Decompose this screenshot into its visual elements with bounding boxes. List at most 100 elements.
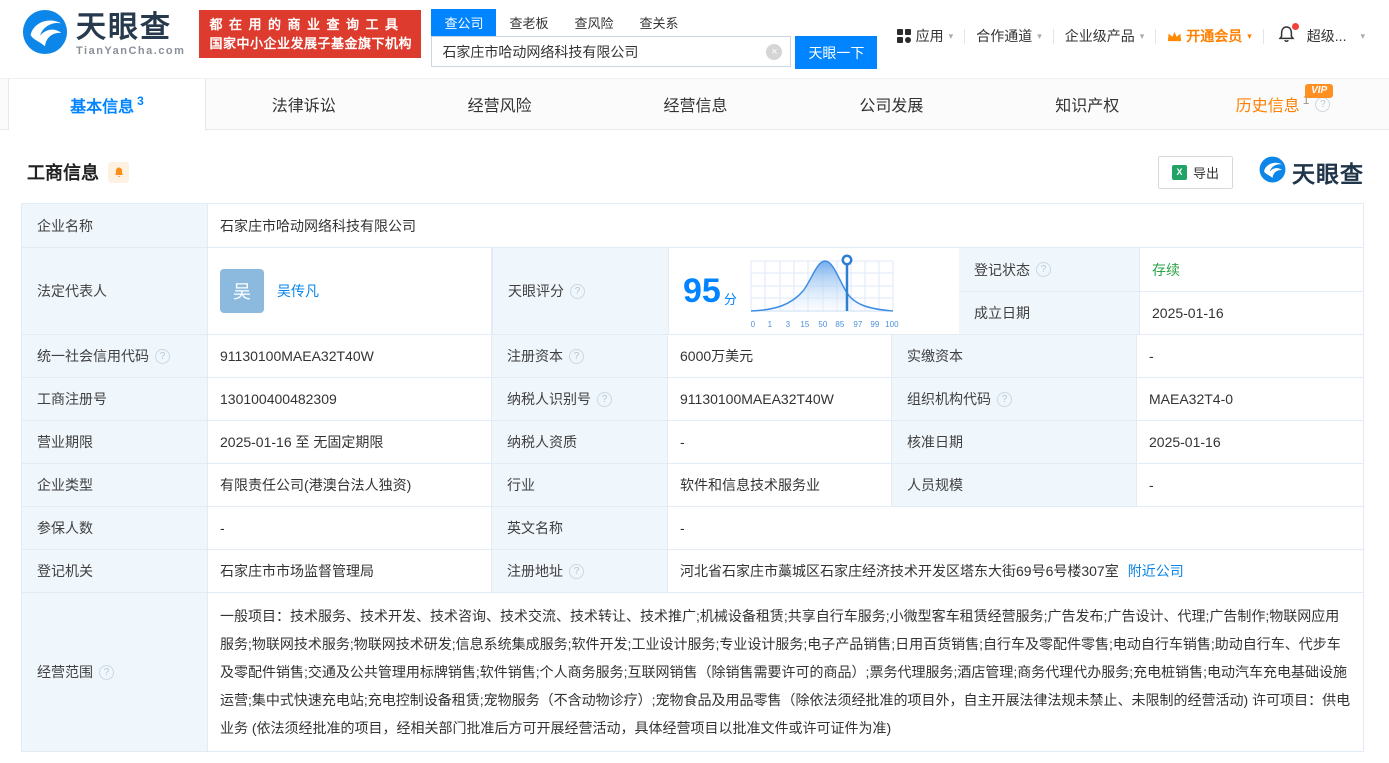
credit-code-label-text: 统一社会信用代码 (37, 348, 149, 364)
authority-label: 登记机关 (22, 550, 207, 592)
tab-operating-info[interactable]: 经营信息 (598, 79, 794, 129)
approval-date-label: 核准日期 (891, 421, 1136, 463)
tianyancha-swirl-icon (22, 9, 68, 60)
tab-history-info-label: 历史信息 (1235, 98, 1300, 115)
tab-intellectual-property[interactable]: 知识产权 (989, 79, 1185, 129)
paid-capital-value: - (1136, 335, 1363, 377)
tab-operating-risk[interactable]: 经营风险 (402, 79, 598, 129)
company-type-label: 企业类型 (22, 464, 207, 506)
help-icon[interactable]: ? (1036, 262, 1051, 277)
slogan-banner: 都在用的商业查询工具 国家中小企业发展子基金旗下机构 (199, 10, 422, 58)
help-icon[interactable]: ? (570, 283, 585, 299)
tab-count-badge: 3 (137, 93, 144, 108)
nav-enterprise[interactable]: 企业级产品 ▾ (1065, 26, 1145, 46)
legal-rep-label: 法定代表人 (22, 248, 207, 334)
staff-size-label: 人员规模 (891, 464, 1136, 506)
nav-divider (1155, 28, 1157, 44)
nested-status-table: 登记状态 ? 存续 天眼评分 ? 95 分 0 1 3 15 50 85 97 … (491, 248, 1363, 334)
legal-rep-link[interactable]: 吴传凡 (277, 281, 319, 301)
tab-legal-suits[interactable]: 法律诉讼 (206, 79, 402, 129)
english-name-value: - (667, 507, 1363, 549)
tab-operating-info-label: 经营信息 (663, 98, 728, 115)
help-icon[interactable]: ? (997, 391, 1012, 407)
tab-basic-info[interactable]: 基本信息 3 (8, 79, 206, 130)
search-tab-company[interactable]: 查公司 (431, 9, 497, 36)
notification-bell-icon[interactable] (1277, 23, 1299, 47)
nav-divider (964, 28, 966, 44)
search-tab-relation[interactable]: 查关系 (626, 9, 691, 36)
logo-domain-text: TianYanCha.com (76, 44, 186, 57)
chart-tick: 3 (785, 320, 791, 329)
search-tab-boss[interactable]: 查老板 (496, 9, 561, 36)
english-name-label: 英文名称 (491, 507, 667, 549)
chart-tick: 1 (767, 320, 773, 329)
company-name-value: 石家庄市哈动网络科技有限公司 (207, 204, 1363, 247)
industry-value: 软件和信息技术服务业 (667, 464, 891, 506)
table-row: 登记机关 石家庄市市场监督管理局 注册地址 ? 河北省石家庄市藁城区石家庄经济技… (22, 549, 1363, 592)
term-value: 2025-01-16 至 无固定期限 (207, 421, 491, 463)
help-icon[interactable]: ? (1315, 96, 1331, 112)
crown-icon (1167, 30, 1182, 43)
org-code-value: MAEA32T4-0 (1136, 378, 1363, 420)
staff-size-value: - (1136, 464, 1363, 506)
top-header: 天眼查 TianYanCha.com 都在用的商业查询工具 国家中小企业发展子基… (0, 0, 1389, 78)
nav-account-label: 超级... (1306, 28, 1347, 44)
section-title: 工商信息 (27, 163, 99, 183)
paid-capital-label: 实缴资本 (891, 335, 1136, 377)
industry-label: 行业 (491, 464, 667, 506)
top-nav: 应用 ▾ 合作通道 ▾ 企业级产品 ▾ 开通会员 ▾ 超级... ▾ (896, 23, 1365, 47)
legal-rep-cell: 吴 吴传凡 (207, 248, 491, 334)
nearby-companies-link[interactable]: 附近公司 (1128, 561, 1184, 581)
vip-badge: VIP (1305, 84, 1334, 98)
tab-history-info[interactable]: VIP 历史信息 1 ? (1185, 79, 1381, 129)
scope-value: 一般项目：技术服务、技术开发、技术咨询、技术交流、技术转让、技术推广;机械设备租… (207, 593, 1363, 751)
chevron-down-icon: ▾ (1037, 30, 1042, 41)
score-cell: 95 分 0 1 3 15 50 85 97 99 100 (668, 248, 959, 334)
nav-enterprise-label: 企业级产品 (1064, 28, 1135, 44)
section-header: 工商信息 X 导出 天眼查 (27, 155, 1364, 189)
tab-legal-suits-label: 法律诉讼 (271, 98, 336, 115)
score-unit: 分 (723, 291, 737, 307)
taxpayer-no-value: 91130100MAEA32T40W (667, 378, 891, 420)
avatar[interactable]: 吴 (220, 269, 264, 313)
chart-tick: 0 (750, 320, 756, 329)
reg-no-value: 130100400482309 (207, 378, 491, 420)
nav-partner[interactable]: 合作通道 ▾ (976, 26, 1042, 46)
help-icon[interactable]: ? (99, 664, 114, 680)
chart-tick: 50 (818, 320, 828, 329)
export-button-label: 导出 (1192, 165, 1219, 181)
authority-value: 石家庄市市场监督管理局 (207, 550, 491, 592)
table-row: 参保人数 - 英文名称 - (22, 506, 1363, 549)
reg-capital-label: 注册资本 ? (491, 335, 667, 377)
taxpayer-quality-label: 纳税人资质 (491, 421, 667, 463)
subscribe-bell-icon[interactable] (108, 161, 129, 183)
nav-divider (1052, 28, 1054, 44)
insured-value: - (207, 507, 491, 549)
search-input[interactable] (431, 36, 792, 67)
table-row: 法定代表人 吴 吴传凡 登记状态 ? 存续 天眼评分 ? 95 分 0 1 3 … (22, 247, 1363, 334)
nav-apps[interactable]: 应用 ▾ (896, 26, 953, 46)
taxpayer-no-label-text: 纳税人识别号 (507, 391, 591, 407)
search-tab-risk[interactable]: 查风险 (561, 9, 626, 36)
table-row: 企业名称 石家庄市哈动网络科技有限公司 (22, 204, 1363, 247)
table-row: 统一社会信用代码 ? 91130100MAEA32T40W 注册资本 ? 600… (22, 334, 1363, 377)
help-icon[interactable]: ? (597, 391, 612, 407)
help-icon[interactable]: ? (155, 348, 170, 364)
taxpayer-no-label: 纳税人识别号 ? (491, 378, 667, 420)
est-date-label: 成立日期 (959, 291, 1139, 334)
tab-intellectual-property-label: 知识产权 (1055, 98, 1120, 115)
nav-open-vip[interactable]: 开通会员 ▾ (1167, 26, 1252, 46)
tianyancha-logo[interactable]: 天眼查 TianYanCha.com (22, 9, 185, 60)
excel-icon: X (1171, 164, 1187, 180)
tab-company-development[interactable]: 公司发展 (793, 79, 989, 129)
notification-dot (1291, 23, 1299, 30)
nav-account[interactable]: 超级... ▾ (1307, 26, 1365, 46)
help-icon[interactable]: ? (569, 563, 584, 579)
tianyancha-swirl-icon (1259, 156, 1286, 188)
search-button[interactable]: 天眼一下 (795, 36, 878, 69)
help-icon[interactable]: ? (569, 348, 584, 364)
business-info-table: 企业名称 石家庄市哈动网络科技有限公司 法定代表人 吴 吴传凡 登记状态 ? 存… (21, 203, 1364, 752)
table-row: 工商注册号 130100400482309 纳税人识别号 ? 91130100M… (22, 377, 1363, 420)
company-type-value: 有限责任公司(港澳台法人独资) (207, 464, 491, 506)
export-button[interactable]: X 导出 (1157, 155, 1233, 189)
